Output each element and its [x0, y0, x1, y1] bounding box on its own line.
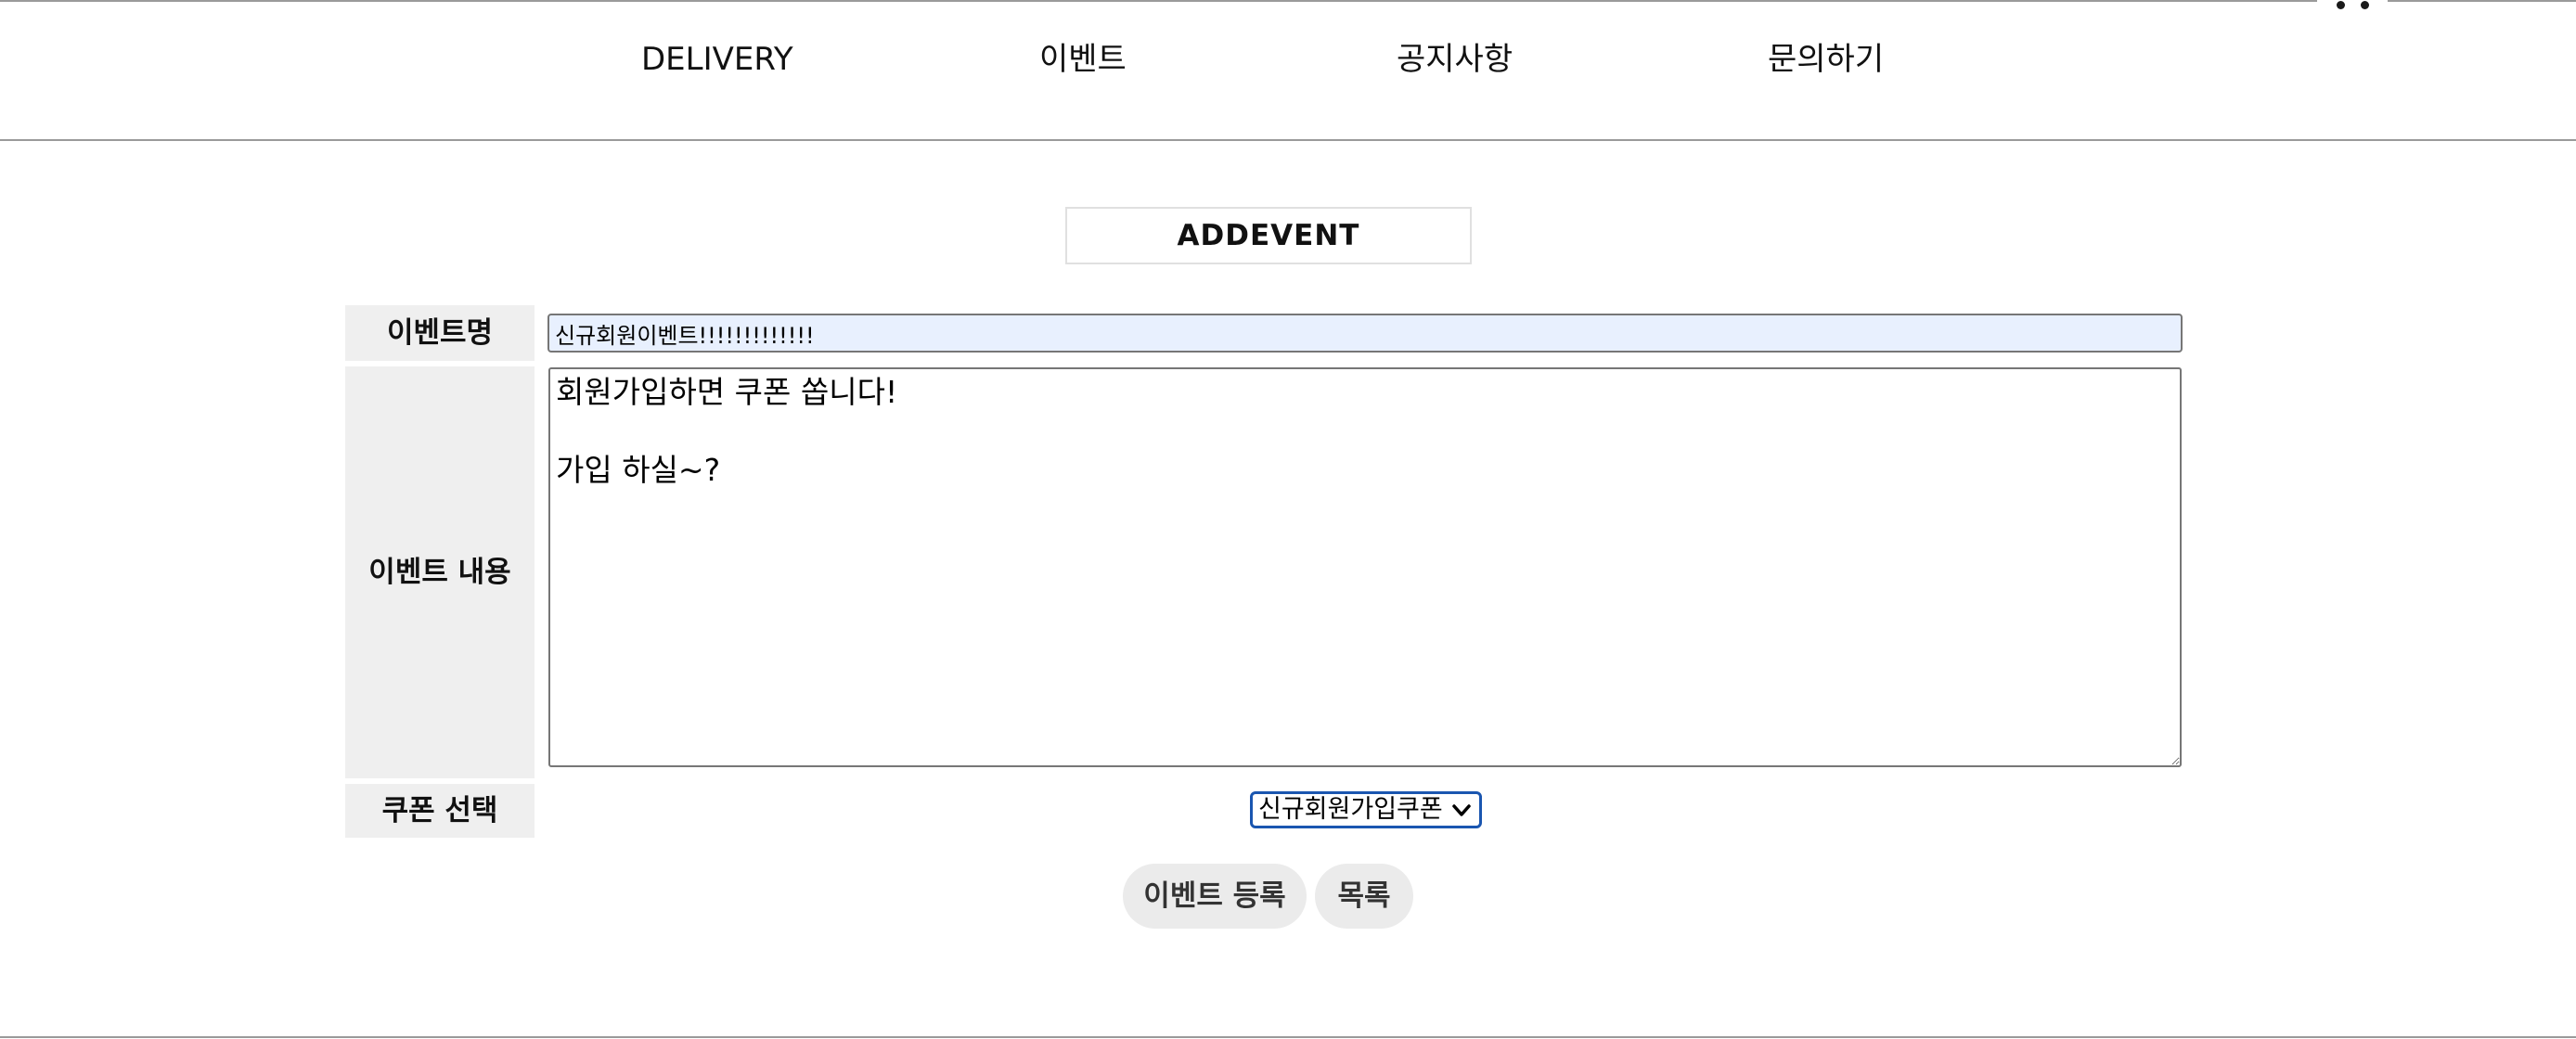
page: DELIVERY 이벤트 공지사항 문의하기 ADDEVENT 이벤트명 이벤트…: [0, 0, 2576, 1039]
nav-delivery[interactable]: DELIVERY: [641, 37, 793, 82]
bottom-divider: [0, 1036, 2576, 1038]
nav-inquiry[interactable]: 문의하기: [1768, 37, 1884, 82]
nav-notice[interactable]: 공지사항: [1397, 37, 1513, 82]
coupon-select-label: 쿠폰 선택: [345, 784, 535, 838]
list-button[interactable]: 목록: [1315, 864, 1413, 929]
nav-event[interactable]: 이벤트: [1039, 37, 1127, 82]
main-navigation: DELIVERY 이벤트 공지사항 문의하기: [0, 2, 2576, 141]
submit-event-button[interactable]: 이벤트 등록: [1123, 864, 1307, 929]
event-name-input[interactable]: [547, 314, 2183, 353]
event-name-label: 이벤트명: [345, 305, 535, 361]
chevron-down-icon: [1452, 804, 1471, 816]
coupon-selected-value: 신규회원가입쿠폰: [1258, 795, 1443, 824]
event-content-label: 이벤트 내용: [345, 366, 535, 778]
coupon-select[interactable]: 신규회원가입쿠폰: [1250, 791, 1482, 828]
page-title: ADDEVENT: [1065, 207, 1472, 264]
event-content-textarea[interactable]: 회원가입하면 쿠폰 쏩니다! 가입 하실~?: [548, 367, 2182, 767]
